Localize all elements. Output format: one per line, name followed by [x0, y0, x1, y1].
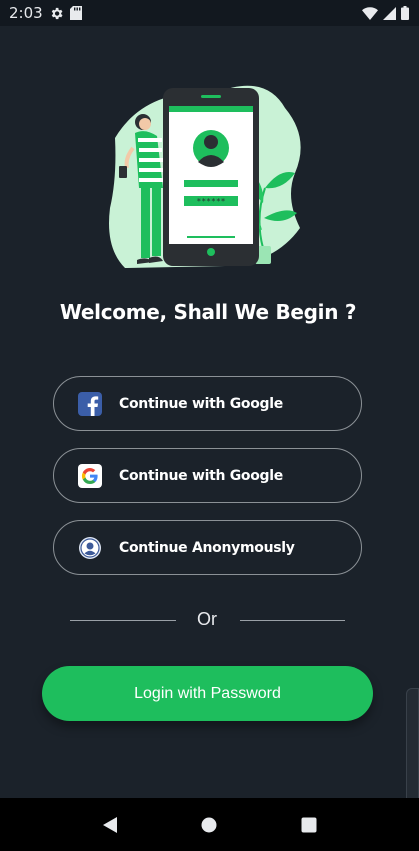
auth-button-label: Continue with Google	[119, 395, 283, 412]
status-bar: 2:03	[0, 0, 419, 26]
navigation-bar	[0, 798, 419, 851]
status-left: 2:03	[9, 4, 82, 22]
continue-with-google-button[interactable]: Continue with Google	[53, 448, 362, 503]
continue-anonymously-button[interactable]: Continue Anonymously	[53, 520, 362, 575]
back-icon[interactable]	[98, 813, 122, 837]
divider-left	[70, 620, 176, 621]
continue-with-facebook-button[interactable]: Continue with Google	[53, 376, 362, 431]
app-screen: ****** Welcome, Shall We Begin ? Continu…	[0, 26, 419, 818]
password-mask: ******	[197, 197, 226, 206]
sd-card-icon	[69, 6, 82, 20]
wifi-icon	[362, 6, 378, 20]
login-with-password-button[interactable]: Login with Password	[42, 666, 373, 721]
phone-login-illustration: ******	[105, 78, 305, 274]
auth-button-label: Continue with Google	[119, 467, 283, 484]
auth-button-label: Continue Anonymously	[119, 539, 295, 556]
facebook-icon	[78, 391, 102, 416]
recents-icon[interactable]	[297, 813, 321, 837]
anonymous-icon	[78, 536, 102, 560]
welcome-title: Welcome, Shall We Begin ?	[59, 300, 357, 324]
google-icon	[78, 463, 102, 488]
settings-icon	[51, 7, 63, 19]
home-icon[interactable]	[197, 813, 221, 837]
or-divider-text: Or	[197, 609, 217, 629]
signal-icon	[383, 6, 396, 20]
divider-right	[240, 620, 345, 621]
status-time: 2:03	[9, 4, 43, 22]
status-right	[362, 6, 409, 20]
battery-icon	[401, 6, 409, 20]
